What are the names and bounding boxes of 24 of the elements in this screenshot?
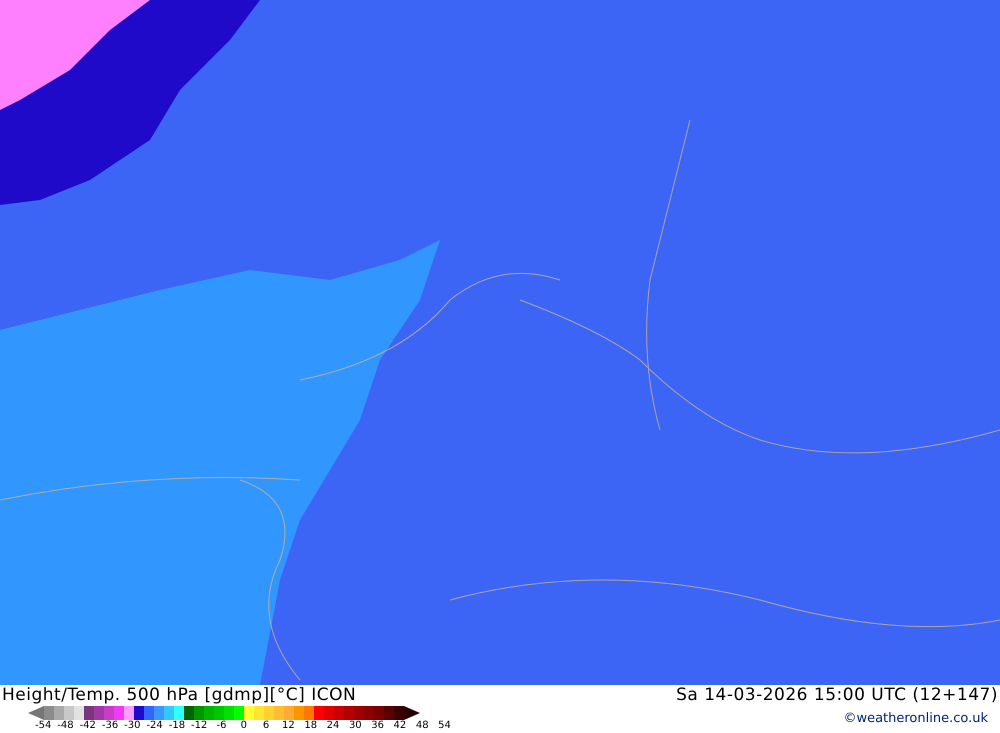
- legend-tick-label: 54: [437, 720, 452, 732]
- legend-tick-label: 42: [392, 720, 408, 732]
- legend-tick-label: -6: [216, 720, 228, 732]
- legend-tick-label: -36: [100, 720, 120, 732]
- legend-tick-label: -30: [123, 720, 142, 732]
- legend-tick-label: -24: [145, 720, 164, 732]
- map-title: Height/Temp. 500 hPa [gdmp][°C] ICON: [2, 685, 358, 705]
- legend-tick-label: 36: [370, 720, 385, 732]
- legend-tick-label: -12: [190, 720, 208, 732]
- legend-tick-label: 18: [303, 720, 318, 732]
- legend-tick-label: 24: [326, 720, 340, 732]
- legend-tick-label: 30: [348, 720, 363, 732]
- copyright-link[interactable]: ©weatheronline.co.uk: [843, 711, 988, 727]
- legend-tick-label: 6: [262, 720, 270, 732]
- legend-tick-label: -48: [56, 720, 75, 732]
- legend-tick-label: -42: [78, 720, 97, 732]
- valid-time: Sa 14-03-2026 15:00 UTC (12+147): [676, 685, 998, 705]
- legend-tick-label: 0: [240, 720, 248, 732]
- legend-tick-label: 48: [414, 720, 430, 732]
- legend-left-arrow-icon: [28, 706, 44, 720]
- legend-tick-label: 12: [281, 720, 296, 732]
- legend-tick-label: -54: [34, 720, 52, 732]
- legend-right-arrow-icon: [404, 706, 420, 720]
- legend-tick-label: -18: [168, 720, 186, 732]
